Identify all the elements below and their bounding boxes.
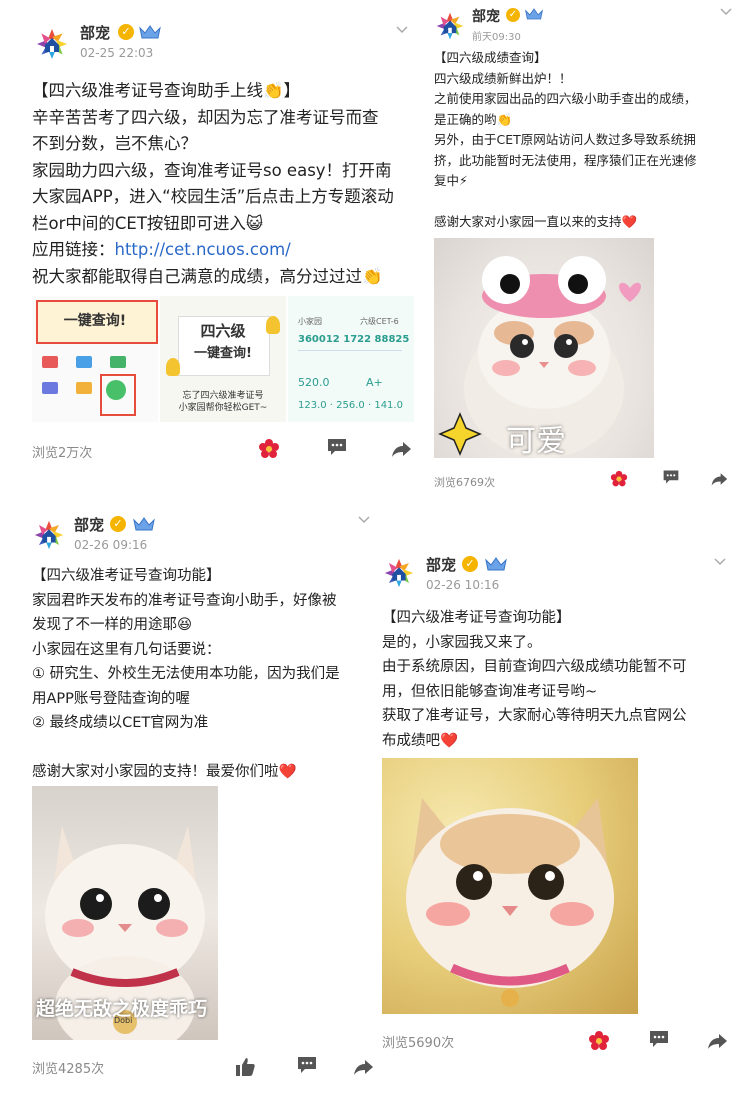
post-text: 【四六级准考证号查询功能】 是的，小家园我又来了。 由于系统原因，目前查询四六级… bbox=[382, 606, 687, 753]
text-line: 家园助力四六级，查询准考证号so easy！打开南 bbox=[32, 160, 392, 180]
comment-icon[interactable] bbox=[326, 436, 348, 458]
share-icon[interactable] bbox=[706, 1030, 728, 1052]
post-card: 部宠 ✓ 02-25 22:03 【四六级准考证号查询助手上线👏】 辛辛苦苦考了… bbox=[12, 8, 420, 478]
text-line: 家园君昨天发布的准考证号查询小助手，好像被 bbox=[32, 592, 337, 609]
avatar[interactable] bbox=[434, 10, 466, 42]
post-card: 部宠 ✓ 02-26 10:16 【四六级准考证号查询功能】 是的，小家园我又来… bbox=[372, 550, 756, 1060]
flower-icon[interactable] bbox=[258, 438, 280, 460]
thumbnail-heading: 一键查询! bbox=[194, 346, 252, 361]
cat-image[interactable]: 超绝无敌之极度乖巧 Dobi bbox=[32, 786, 218, 1040]
verified-badge-icon: ✓ bbox=[110, 516, 126, 532]
share-icon[interactable] bbox=[710, 470, 728, 488]
text-line: 祝大家都能取得自己满意的成绩，高分过过过👏 bbox=[32, 266, 383, 286]
text-line: 是的，小家园我又来了。 bbox=[382, 634, 542, 651]
text-line: 用APP账号登陆查询的喔 bbox=[32, 690, 190, 707]
text-line: 【四六级准考证号查询功能】 bbox=[382, 610, 571, 626]
text-line: 发现了不一样的用途耶😆 bbox=[32, 617, 193, 633]
avatar[interactable] bbox=[382, 556, 416, 590]
verified-badge-icon: ✓ bbox=[506, 8, 520, 22]
thumbs-up-icon[interactable] bbox=[234, 1056, 256, 1078]
text-line bbox=[434, 192, 697, 213]
text-line: 【四六级准考证号查询助手上线👏】 bbox=[32, 81, 301, 100]
crown-icon bbox=[484, 556, 508, 572]
flower-icon[interactable] bbox=[610, 470, 628, 488]
post-text: 【四六级准考证号查询助手上线👏】 辛辛苦苦考了四六级，却因为忘了准考证号而查 不… bbox=[32, 78, 394, 290]
crown-icon bbox=[524, 7, 544, 21]
text-line: 【四六级成绩查询】 bbox=[434, 50, 547, 65]
text-line: 挤，此功能暂时无法使用，程序猿们正在光速修 bbox=[434, 152, 697, 168]
text-line: 小家园在这里有几句话要说： bbox=[32, 641, 221, 658]
text-line: 由于系统原因，目前查询四六级成绩功能暂不可 bbox=[382, 659, 687, 675]
avatar[interactable] bbox=[34, 26, 70, 62]
view-count: 浏览6769次 bbox=[434, 476, 495, 489]
cat-image[interactable]: 可爱 bbox=[434, 238, 654, 458]
thumbnail-scores: 123.0 · 256.0 · 141.0 bbox=[298, 400, 403, 411]
image-thumbnail[interactable]: 一键查询! bbox=[32, 296, 158, 422]
post-text: 【四六级成绩查询】 四六级成绩新鲜出炉！！ 之前使用家园出品的四六级小助手查出的… bbox=[434, 48, 697, 233]
thumbnail-text: 六级CET-6 bbox=[360, 317, 399, 326]
thumbnail-score: 520.0 bbox=[298, 376, 330, 389]
share-icon[interactable] bbox=[390, 438, 412, 460]
crown-icon bbox=[132, 516, 156, 532]
text-line: 获取了准考证号，大家耐心等待明天九点官网公 bbox=[382, 708, 687, 724]
text-line: 辛辛苦苦考了四六级，却因为忘了准考证号而查 bbox=[32, 107, 379, 127]
text-line: 复中⚡ bbox=[434, 173, 468, 188]
text-line bbox=[32, 736, 340, 761]
chevron-down-icon[interactable] bbox=[358, 516, 370, 524]
comment-icon[interactable] bbox=[296, 1054, 318, 1076]
comment-icon[interactable] bbox=[662, 468, 680, 486]
crown-icon bbox=[138, 24, 162, 40]
post-time: 02-26 10:16 bbox=[426, 578, 500, 592]
text-line: 之前使用家园出品的四六级小助手查出的成绩， bbox=[434, 91, 697, 106]
text-line: 感谢大家对小家园一直以来的支持❤️ bbox=[434, 214, 638, 229]
text-line: 感谢大家对小家园的支持！最爱你们啦❤️ bbox=[32, 764, 297, 780]
text-line: 四六级成绩新鲜出炉！！ bbox=[434, 70, 572, 86]
thumbnail-number: 360012 1722 88825 bbox=[298, 334, 410, 345]
chevron-down-icon[interactable] bbox=[720, 8, 732, 16]
post-text: 【四六级准考证号查询功能】 家园君昨天发布的准考证号查询小助手，好像被 发现了不… bbox=[32, 564, 340, 785]
text-line: 是正确的哟👏 bbox=[434, 111, 513, 127]
username[interactable]: 部宠 bbox=[472, 6, 500, 26]
collar-tag: Dobi bbox=[114, 1016, 133, 1025]
text-line: 栏or中间的CET按钮即可进入😺 bbox=[32, 213, 264, 233]
share-icon[interactable] bbox=[352, 1056, 374, 1078]
chevron-down-icon[interactable] bbox=[396, 26, 408, 34]
post-card: 部宠 ✓ 02-26 09:16 【四六级准考证号查询功能】 家园君昨天发布的准… bbox=[12, 506, 382, 1096]
image-thumbnail[interactable]: 小家园 六级CET-6 360012 1722 88825 520.0 A+ 1… bbox=[288, 296, 414, 422]
cat-image[interactable] bbox=[382, 758, 638, 1014]
verified-badge-icon: ✓ bbox=[462, 556, 478, 572]
thumbnail-grade: A+ bbox=[366, 376, 383, 389]
text-line: ② 最终成绩以CET官网为准 bbox=[32, 715, 209, 731]
post-time: 02-26 09:16 bbox=[74, 538, 148, 552]
thumbnail-heading: 一键查询! bbox=[63, 313, 127, 329]
thumbnail-text: 小家园 bbox=[298, 317, 322, 326]
post-time: 02-25 22:03 bbox=[80, 46, 154, 60]
text-line: ① 研究生、外校生无法使用本功能，因为我们是 bbox=[32, 666, 340, 682]
cat-illustration bbox=[406, 798, 614, 1007]
avatar[interactable] bbox=[32, 518, 66, 552]
view-count: 浏览2万次 bbox=[32, 446, 93, 461]
verified-badge-icon: ✓ bbox=[118, 24, 134, 40]
post-card: 部宠 ✓ 前天09:30 【四六级成绩查询】 四六级成绩新鲜出炉！！ 之前使用家… bbox=[428, 0, 756, 495]
post-time: 前天09:30 bbox=[472, 32, 521, 43]
image-thumbnail[interactable]: 四六级 一键查询! 忘了四六级准考证号 小家园帮你轻松GET~ bbox=[160, 296, 286, 422]
text-line: 大家园APP，进入“校园生活”后点击上方专题滚动 bbox=[32, 187, 394, 206]
flower-icon[interactable] bbox=[588, 1030, 610, 1052]
text-line: 另外，由于CET原网站访问人数过多导致系统拥 bbox=[434, 132, 696, 147]
username[interactable]: 部宠 bbox=[74, 514, 104, 535]
chevron-down-icon[interactable] bbox=[714, 558, 726, 566]
username[interactable]: 部宠 bbox=[80, 22, 110, 43]
app-link[interactable]: http://cet.ncuos.com/ bbox=[115, 240, 291, 259]
link-label: 应用链接： bbox=[32, 240, 115, 259]
text-line: 不到分数，岂不焦心？ bbox=[32, 134, 197, 153]
text-line: 【四六级准考证号查询功能】 bbox=[32, 568, 221, 584]
view-count: 浏览4285次 bbox=[32, 1062, 105, 1077]
username[interactable]: 部宠 bbox=[426, 554, 456, 575]
thumbnail-caption: 小家园帮你轻松GET~ bbox=[178, 403, 268, 413]
comment-icon[interactable] bbox=[648, 1028, 670, 1050]
text-line: 用，但依旧能够查询准考证号哟~ bbox=[382, 683, 598, 700]
image-caption: 可爱 bbox=[506, 424, 566, 458]
view-count: 浏览5690次 bbox=[382, 1036, 455, 1051]
text-line: 布成绩吧❤️ bbox=[382, 732, 459, 749]
